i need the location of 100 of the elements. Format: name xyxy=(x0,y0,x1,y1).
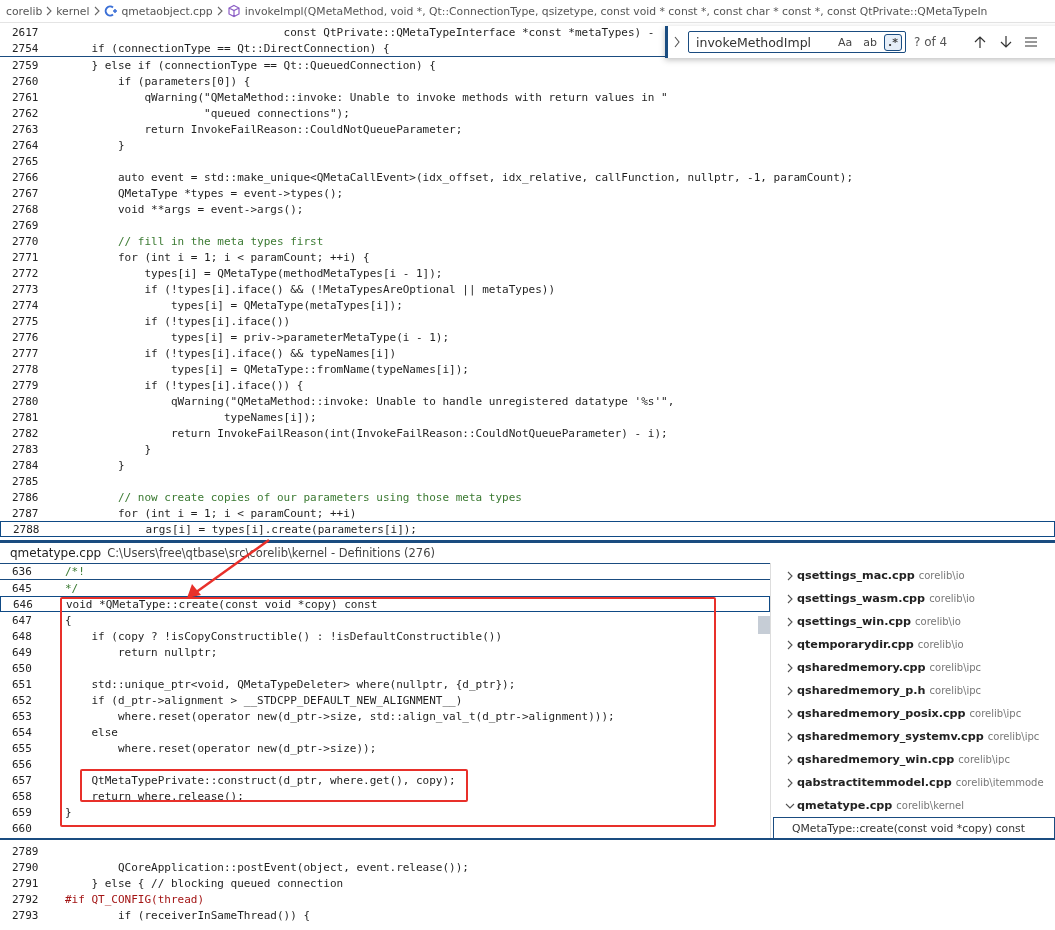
line-number: 2773 xyxy=(11,282,40,296)
result-item[interactable]: qsharedmemory_posix.cpp corelib\ipc xyxy=(773,702,1055,725)
code-line: if (copy ? !isCopyConstructible() : !isDefaultConstructible()) xyxy=(90,629,503,643)
result-path: corelib\ipc xyxy=(929,662,982,673)
result-path: corelib\kernel xyxy=(896,800,965,811)
line-number: 2788 xyxy=(12,522,41,536)
result-reference[interactable]: QMetaType::create(const void *copy) const xyxy=(773,817,1055,838)
result-file-name: qmetatype.cpp xyxy=(797,799,893,812)
line-number: 2761 xyxy=(11,90,40,104)
code-line: return InvokeFailReason::CouldNotQueueParameter; xyxy=(143,122,463,136)
code-line: QMetaType *types = event->types(); xyxy=(116,186,344,200)
result-file-name: qsharedmemory_p.h xyxy=(797,684,926,697)
search-field[interactable]: invokeMethodImpl Aa ab .* xyxy=(688,31,906,53)
line-number: 2764 xyxy=(11,138,40,152)
line-number: 2772 xyxy=(11,266,40,280)
result-item[interactable]: qsharedmemory_systemv.cpp corelib\ipc xyxy=(773,725,1055,748)
line-number: 2763 xyxy=(11,122,40,136)
line-number: 658 xyxy=(11,789,33,803)
chevron-icon xyxy=(93,6,100,16)
code-line: for (int i = 1; i < paramCount; ++i) xyxy=(116,506,357,520)
line-number: 2784 xyxy=(11,458,40,472)
result-path: corelib\ipc xyxy=(958,754,1010,765)
line-number: 2785 xyxy=(11,474,40,488)
line-number: 2760 xyxy=(11,74,40,88)
line-number: 2786 xyxy=(11,490,40,504)
cpp-file-icon xyxy=(103,4,118,18)
result-file-name: qsettings_wasm.cpp xyxy=(797,592,926,605)
code-line: } xyxy=(116,138,125,152)
menu-icon[interactable] xyxy=(1025,35,1038,49)
code-line: } xyxy=(65,805,72,819)
result-file-name: qsharedmemory.cpp xyxy=(797,661,926,674)
arrow-down-icon[interactable] xyxy=(999,35,1014,49)
breadcrumb-item[interactable]: qmetaobject.cpp xyxy=(121,4,213,18)
line-number: 2790 xyxy=(11,860,40,874)
code-line: return nullptr; xyxy=(116,645,218,659)
line-number: 2768 xyxy=(11,202,40,216)
code-line: types[i] = priv->parameterMetaType(i - 1); xyxy=(169,330,450,344)
code-line: QtMetaTypePrivate::construct(d_ptr, where.get(), copy); xyxy=(90,773,456,787)
chevron-icon xyxy=(787,731,793,742)
code-line: types[i] = QMetaType(metaTypes[i]); xyxy=(169,298,403,312)
code-line: typeNames[i]); xyxy=(222,410,317,424)
result-file-name: qsharedmemory_win.cpp xyxy=(797,753,955,766)
line-number: 657 xyxy=(11,773,33,787)
line-number: 2781 xyxy=(11,410,40,424)
result-path: corelib\io xyxy=(918,570,965,581)
line-number: 2766 xyxy=(11,170,40,184)
result-path: corelib\itemmode xyxy=(955,777,1044,788)
option-toggle[interactable]: ab xyxy=(859,33,882,51)
result-item[interactable]: qsettings_mac.cpp corelib\io xyxy=(773,564,1055,587)
line-number: 660 xyxy=(11,821,33,835)
result-item[interactable]: qmetatype.cpp corelib\kernel xyxy=(773,794,1055,817)
line-number: 2776 xyxy=(11,330,40,344)
code-line: { xyxy=(65,613,72,627)
chevron-icon xyxy=(787,616,793,627)
scrollbar-thumb[interactable] xyxy=(758,616,770,634)
result-item[interactable]: qsharedmemory_p.h corelib\ipc xyxy=(773,679,1055,702)
line-number: 652 xyxy=(11,693,33,707)
code-line: // fill in the meta types first xyxy=(116,234,324,248)
line-number: 2769 xyxy=(11,218,40,232)
line-number: 649 xyxy=(11,645,33,659)
code-line: return InvokeFailReason(int(InvokeFailReason::CouldNotQueueParameter) - i); xyxy=(169,426,668,440)
result-item[interactable]: qsettings_wasm.cpp corelib\io xyxy=(773,587,1055,610)
line-number: 2787 xyxy=(11,506,40,520)
result-path: corelib\io xyxy=(917,639,964,650)
arrow-up-icon[interactable] xyxy=(973,35,988,49)
line-number: 2777 xyxy=(11,346,40,360)
line-number: 2617 xyxy=(11,25,40,39)
result-item[interactable]: qtemporarydir.cpp corelib\io xyxy=(773,633,1055,656)
chevron-icon[interactable] xyxy=(674,36,680,48)
line-number: 2774 xyxy=(11,298,40,312)
result-path: corelib\io xyxy=(929,593,975,604)
code-line: where.reset(operator new(d_ptr->size, std::align_val_t(d_ptr->alignment))); xyxy=(116,709,615,723)
chevron-icon xyxy=(787,708,793,719)
line-number: 647 xyxy=(11,613,33,627)
line-number: 2789 xyxy=(11,844,40,858)
result-item[interactable]: qsharedmemory_win.cpp corelib\ipc xyxy=(773,748,1055,771)
result-path: corelib\ipc xyxy=(929,685,982,696)
code-line: else xyxy=(90,725,118,739)
code-line: auto event = std::make_unique<QMetaCallEvent>(idx_offset, idx_relative, callFunction, nullptr, -1, paramCount); xyxy=(116,170,854,184)
chevron-icon xyxy=(787,662,793,673)
line-number: 636 xyxy=(11,565,33,578)
result-item[interactable]: qabstractitemmodel.cpp corelib\itemmode xyxy=(773,771,1055,794)
chevron-icon xyxy=(787,570,793,581)
breadcrumb-item[interactable]: corelib xyxy=(6,4,43,18)
chevron-icon xyxy=(787,754,793,765)
code-line: types[i] = QMetaType::fromName(typeNames[i]); xyxy=(169,362,469,376)
result-file-name: qsharedmemory_systemv.cpp xyxy=(797,730,984,743)
match-count: ? of 4 xyxy=(914,35,948,49)
code-line: } xyxy=(116,458,125,472)
code-line: "queued connections"); xyxy=(203,106,350,120)
result-file-name: qsettings_mac.cpp xyxy=(797,569,915,582)
option-toggle[interactable]: Aa xyxy=(834,33,857,51)
result-item[interactable]: qsettings_win.cpp corelib\io xyxy=(773,610,1055,633)
result-item[interactable]: qsharedmemory.cpp corelib\ipc xyxy=(773,656,1055,679)
breadcrumb-item[interactable]: kernel xyxy=(56,4,90,18)
breadcrumb-item[interactable]: invokeImpl(QMetaMethod, void *, Qt::ConnectionType, qsizetype, const void * const *, const char * const *, const QtPrivate::QMetaTypeIn xyxy=(244,4,988,18)
result-path: corelib\ipc xyxy=(969,708,1022,719)
option-toggle[interactable]: .* xyxy=(884,33,902,51)
code-line: types[i] = QMetaType(methodMetaTypes[i - 1]); xyxy=(143,266,443,280)
line-number: 651 xyxy=(11,677,33,691)
